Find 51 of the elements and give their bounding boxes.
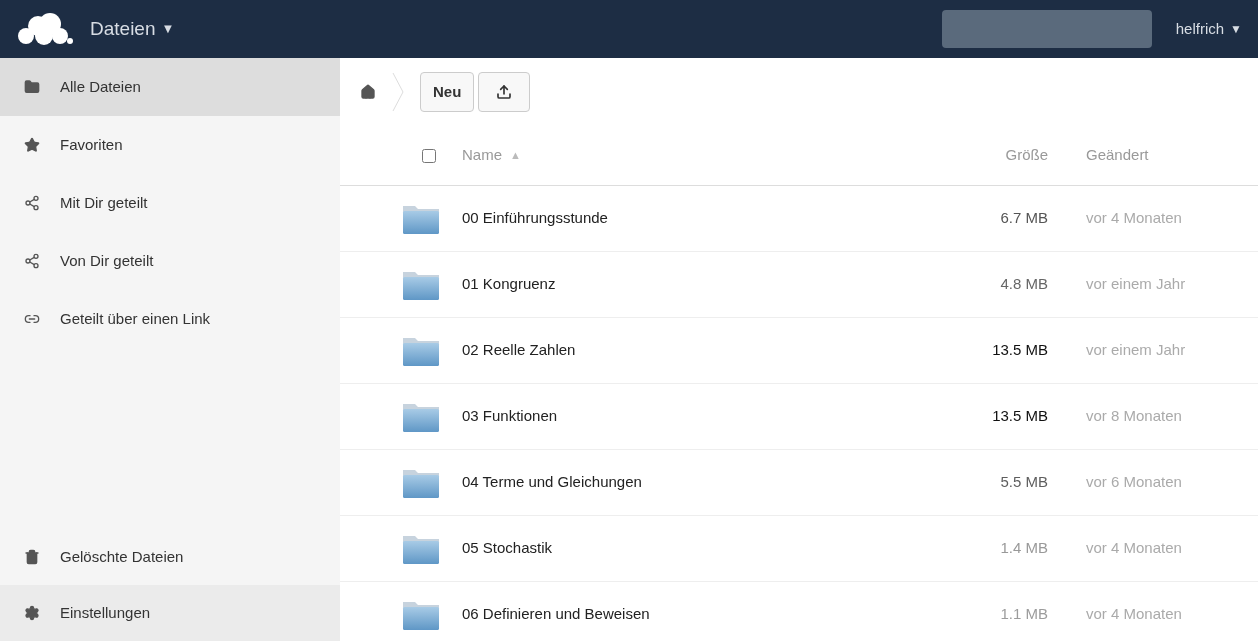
file-name: 05 Stochastik — [462, 538, 554, 559]
sidebar-item[interactable]: Gelöschte Dateien — [0, 529, 340, 585]
sidebar-item[interactable]: Mit Dir geteilt — [0, 174, 340, 232]
settings-icon — [24, 605, 40, 621]
file-row[interactable]: 02 Reelle Zahlen 13.5 MB vor einem Jahr — [340, 318, 1258, 384]
file-row[interactable]: 01 Kongruenz 4.8 MB vor einem Jahr — [340, 252, 1258, 318]
modified-date: vor 8 Monaten — [1085, 406, 1183, 427]
folder-icon — [24, 79, 40, 95]
modified-date: vor 4 Monaten — [1085, 538, 1183, 559]
file-size: 5.5 MB — [999, 472, 1048, 493]
home-icon[interactable] — [360, 84, 376, 100]
file-name: 06 Definieren und Beweisen — [462, 604, 651, 625]
sidebar-item[interactable]: Geteilt über einen Link — [0, 290, 340, 348]
file-row[interactable]: 03 Funktionen 13.5 MB vor 8 Monaten — [340, 384, 1258, 450]
modified-date: vor 4 Monaten — [1085, 208, 1183, 229]
file-size: 6.7 MB — [999, 208, 1048, 229]
upload-button[interactable] — [478, 72, 531, 112]
file-name: 02 Reelle Zahlen — [462, 340, 577, 361]
sidebar-item[interactable]: Einstellungen — [0, 585, 340, 641]
cloud-logo-icon — [16, 12, 74, 46]
search-field[interactable] — [941, 10, 1152, 48]
trash-icon — [24, 549, 40, 565]
modified-date: vor einem Jahr — [1085, 274, 1187, 295]
modified-date: vor 6 Monaten — [1085, 472, 1183, 493]
share-icon — [24, 195, 40, 211]
share-icon — [24, 253, 40, 269]
file-size: 4.8 MB — [999, 274, 1048, 295]
select-all-checkbox[interactable] — [422, 148, 436, 163]
file-size: 13.5 MB — [991, 340, 1048, 361]
sidebar-item[interactable]: Von Dir geteilt — [0, 232, 340, 290]
modified-date: vor einem Jahr — [1085, 340, 1187, 361]
upload-icon — [496, 84, 513, 100]
modified-date: vor 4 Monaten — [1085, 604, 1183, 625]
file-row[interactable]: 00 Einführungsstunde 6.7 MB vor 4 Monaten — [340, 186, 1258, 252]
sidebar-item[interactable]: Favoriten — [0, 116, 340, 174]
file-name: 04 Terme und Gleichungen — [462, 472, 643, 493]
file-size: 1.4 MB — [999, 538, 1048, 559]
user-menu-button[interactable]: helfrich ▼ — [1175, 17, 1242, 41]
app-menu-button[interactable]: Dateien ▼ — [90, 14, 175, 44]
file-name: 01 Kongruenz — [462, 274, 557, 295]
file-size: 1.1 MB — [999, 604, 1048, 625]
file-name: 03 Funktionen — [462, 406, 559, 427]
file-row[interactable]: 04 Terme und Gleichungen 5.5 MB vor 6 Monaten — [340, 450, 1258, 516]
file-row[interactable]: 06 Definieren und Beweisen 1.1 MB vor 4 Monaten — [340, 582, 1258, 641]
breadcrumb-separator-icon — [392, 72, 404, 112]
star-icon — [24, 137, 40, 153]
sidebar-item[interactable]: Alle Dateien — [0, 58, 340, 116]
file-name: 00 Einführungsstunde — [462, 208, 609, 229]
file-size: 13.5 MB — [991, 406, 1048, 427]
file-row[interactable]: 05 Stochastik 1.4 MB vor 4 Monaten — [340, 516, 1258, 582]
new-button[interactable]: Neu — [420, 72, 475, 112]
